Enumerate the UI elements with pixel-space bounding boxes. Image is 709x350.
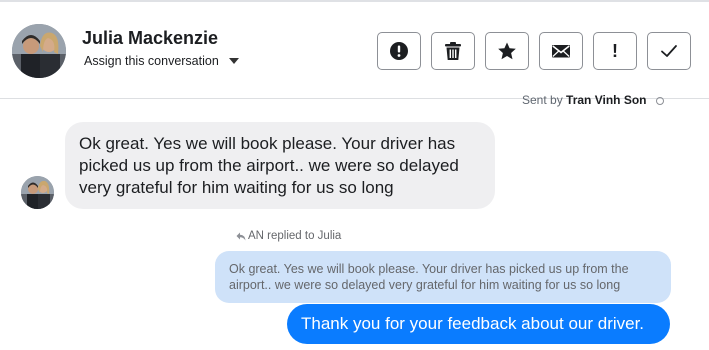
seen-status-icon bbox=[655, 96, 664, 105]
sender-avatar[interactable] bbox=[21, 176, 54, 209]
sent-by-prefix: Sent by bbox=[522, 93, 563, 107]
mark-spam-button[interactable] bbox=[377, 32, 421, 70]
mark-done-button[interactable] bbox=[647, 32, 691, 70]
exclamation-icon: ! bbox=[612, 41, 618, 61]
follow-up-button[interactable]: ! bbox=[593, 32, 637, 70]
outgoing-message: Thank you for your feedback about our dr… bbox=[287, 304, 670, 344]
alert-circle-icon bbox=[390, 42, 408, 60]
reply-arrow-icon bbox=[236, 232, 246, 240]
conversation-header: Julia Mackenzie Assign this conversation bbox=[0, 2, 709, 107]
reply-indicator-label: AN replied to Julia bbox=[248, 230, 342, 242]
quoted-message: Ok great. Yes we will book please. Your … bbox=[215, 251, 671, 303]
contact-name: Julia Mackenzie bbox=[82, 28, 219, 48]
star-button[interactable] bbox=[485, 32, 529, 70]
reply-indicator: AN replied to Julia bbox=[236, 230, 341, 242]
trash-icon bbox=[445, 42, 461, 60]
star-icon bbox=[498, 42, 516, 60]
action-toolbar: ! bbox=[377, 32, 691, 70]
checkmark-icon bbox=[661, 45, 677, 57]
incoming-message: Ok great. Yes we will book please. Your … bbox=[65, 122, 495, 209]
caret-down-icon bbox=[228, 58, 239, 64]
mark-unread-button[interactable] bbox=[539, 32, 583, 70]
sent-by-label: Sent by Tran Vinh Son bbox=[522, 93, 664, 107]
assign-conversation-dropdown[interactable]: Assign this conversation bbox=[84, 54, 239, 68]
contact-avatar[interactable] bbox=[12, 24, 66, 78]
assign-label: Assign this conversation bbox=[84, 54, 219, 68]
delete-button[interactable] bbox=[431, 32, 475, 70]
envelope-icon bbox=[552, 45, 570, 58]
sent-by-agent: Tran Vinh Son bbox=[566, 93, 647, 107]
